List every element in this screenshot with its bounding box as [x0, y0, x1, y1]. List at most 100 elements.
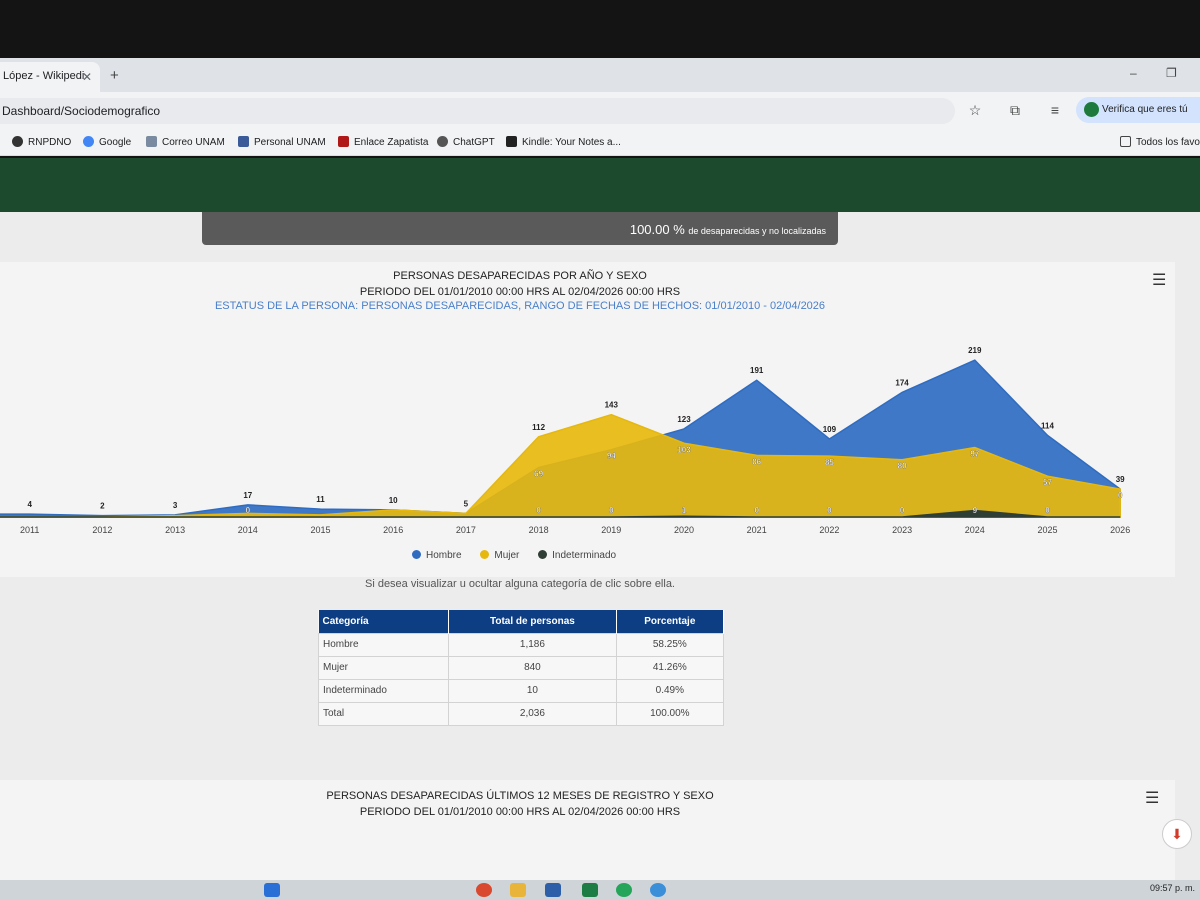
data-label: 0 — [1045, 506, 1050, 515]
legend-marker — [480, 550, 490, 559]
table-cell: Indeterminado — [317, 678, 450, 703]
bookmark-rnpdno[interactable]: RNPDNO — [12, 136, 71, 148]
new-tab-button[interactable]: + — [110, 67, 119, 84]
stat-text: de desaparecidas y no localizadas — [688, 226, 826, 236]
os-taskbar: 09:57 p. m. — [0, 880, 1200, 900]
data-label: 114 — [1041, 421, 1054, 430]
data-label: 97 — [970, 450, 979, 459]
data-label: 4 — [27, 500, 32, 509]
close-icon[interactable]: ✕ — [82, 70, 92, 84]
verify-profile-button[interactable]: Verifica que eres tú — [1076, 97, 1200, 123]
x-tick-label: 2012 — [92, 525, 112, 535]
table-header-row: Categoría Total de personas Porcentaje — [318, 610, 725, 633]
chart-panel-12-months: PERSONAS DESAPARECIDAS ÚLTIMOS 12 MESES … — [0, 780, 1175, 880]
app-icon[interactable] — [650, 883, 666, 897]
legend-item-mujer[interactable]: Mujer — [480, 550, 519, 561]
data-label: 11 — [316, 495, 325, 504]
data-label: 0 — [536, 506, 541, 515]
profile-icon — [1084, 102, 1099, 117]
folder-icon[interactable] — [510, 883, 526, 897]
legend-item-indeterminado[interactable]: Indeterminado — [538, 550, 616, 561]
whatsapp-icon[interactable] — [616, 883, 632, 897]
table-row: Mujer 840 41.26% — [317, 655, 725, 680]
minimize-icon[interactable]: – — [1130, 66, 1137, 80]
data-label: 0 — [827, 506, 832, 515]
windows-start-icon[interactable] — [264, 883, 280, 897]
restore-icon[interactable]: ❐ — [1166, 66, 1177, 80]
globe-icon — [12, 136, 23, 147]
table-row: Hombre 1,186 58.25% — [317, 632, 725, 657]
x-tick-label: 2013 — [165, 525, 185, 535]
data-label: 174 — [895, 378, 909, 387]
bookmarks-bar: RNPDNO Google Correo UNAM Personal UNAM … — [0, 130, 1200, 156]
amazon-icon — [506, 136, 517, 147]
chrome-icon[interactable] — [476, 883, 492, 897]
x-tick-label: 2022 — [819, 525, 839, 535]
data-label: 191 — [750, 366, 764, 375]
unam-icon — [146, 136, 157, 147]
data-label: 86 — [752, 457, 761, 466]
data-label: 94 — [607, 452, 616, 461]
reading-list-icon[interactable]: ≡ — [1046, 102, 1064, 120]
site-header — [0, 158, 1200, 212]
chart2-menu-icon[interactable]: ☰ — [1145, 788, 1159, 808]
data-label: 109 — [823, 425, 837, 434]
x-tick-label: 2016 — [383, 525, 403, 535]
data-label: 0 — [1118, 491, 1123, 500]
chart2-period: PERIODO DEL 01/01/2010 00:00 HRS AL 02/0… — [359, 806, 681, 818]
all-bookmarks-folder[interactable]: Todos los favor — [1120, 136, 1200, 148]
column-header: Total de personas — [448, 610, 617, 633]
pdf-export-icon[interactable]: ⬇ — [1162, 819, 1192, 849]
table-cell: Hombre — [317, 632, 450, 657]
star-icon[interactable]: ☆ — [966, 102, 984, 120]
table-cell: 840 — [448, 655, 617, 680]
x-tick-label: 2026 — [1110, 525, 1130, 535]
table-cell: 58.25% — [615, 632, 725, 657]
address-bar[interactable]: Dashboard/Sociodemografico — [0, 98, 955, 124]
legend-marker — [412, 550, 421, 559]
data-label: 39 — [1116, 475, 1125, 484]
x-tick-label: 2021 — [747, 525, 767, 535]
x-tick-label: 2015 — [310, 525, 330, 535]
data-label: 0 — [246, 506, 251, 515]
chatgpt-icon — [437, 136, 448, 147]
table-cell: 1,186 — [448, 632, 617, 657]
system-clock: 09:57 p. m. — [1150, 883, 1196, 893]
area-chart: 4 2 317 11 10 5112143123191109174219114396994… — [0, 346, 1130, 535]
bookmark-correo-unam[interactable]: Correo UNAM — [146, 136, 225, 148]
data-label: 80 — [898, 462, 907, 471]
data-label: 5 — [464, 499, 469, 508]
table-row: Total 2,036 100.00% — [317, 701, 725, 726]
x-tick-label: 2017 — [456, 525, 476, 535]
legend-item-hombre[interactable]: Hombre — [412, 550, 462, 561]
google-icon — [83, 136, 94, 147]
summary-table: Categoría Total de personas Porcentaje H… — [317, 610, 725, 726]
bookmark-personal-unam[interactable]: Personal UNAM — [238, 136, 326, 148]
table-cell: 0.49% — [615, 678, 725, 703]
chart-legend: Hombre Mujer Indeterminado — [412, 550, 632, 561]
table-cell: Mujer — [317, 655, 450, 680]
bookmark-chatgpt[interactable]: ChatGPT — [437, 136, 495, 148]
x-tick-label: 2019 — [601, 525, 621, 535]
data-label: 112 — [532, 423, 545, 432]
folder-icon — [1120, 136, 1131, 147]
browser-tab[interactable]: López - Wikipedi ✕ — [0, 62, 100, 92]
extensions-icon[interactable]: ⧉ — [1006, 102, 1024, 120]
table-cell: 41.26% — [615, 655, 725, 680]
column-header: Porcentaje — [616, 610, 725, 633]
chart2-title: PERSONAS DESAPARECIDAS ÚLTIMOS 12 MESES … — [326, 790, 714, 802]
bookmark-enlace-zapatista[interactable]: Enlace Zapatista — [338, 136, 429, 148]
data-label: 0 — [754, 506, 759, 515]
data-label: 69 — [534, 470, 543, 479]
table-cell: 2,036 — [448, 701, 617, 726]
legend-hint: Si desea visualizar u ocultar alguna cat… — [364, 578, 675, 590]
excel-icon[interactable] — [582, 883, 598, 897]
chart-panel: PERSONAS DESAPARECIDAS POR AÑO Y SEXO PE… — [0, 262, 1175, 577]
bookmark-kindle[interactable]: Kindle: Your Notes a... — [506, 136, 621, 148]
x-tick-label: 2024 — [965, 525, 985, 535]
data-label: 17 — [243, 491, 252, 500]
word-icon[interactable] — [545, 883, 561, 897]
table-row: Indeterminado 10 0.49% — [317, 678, 725, 703]
bookmark-google[interactable]: Google — [83, 136, 131, 148]
data-label: 103 — [677, 445, 691, 454]
